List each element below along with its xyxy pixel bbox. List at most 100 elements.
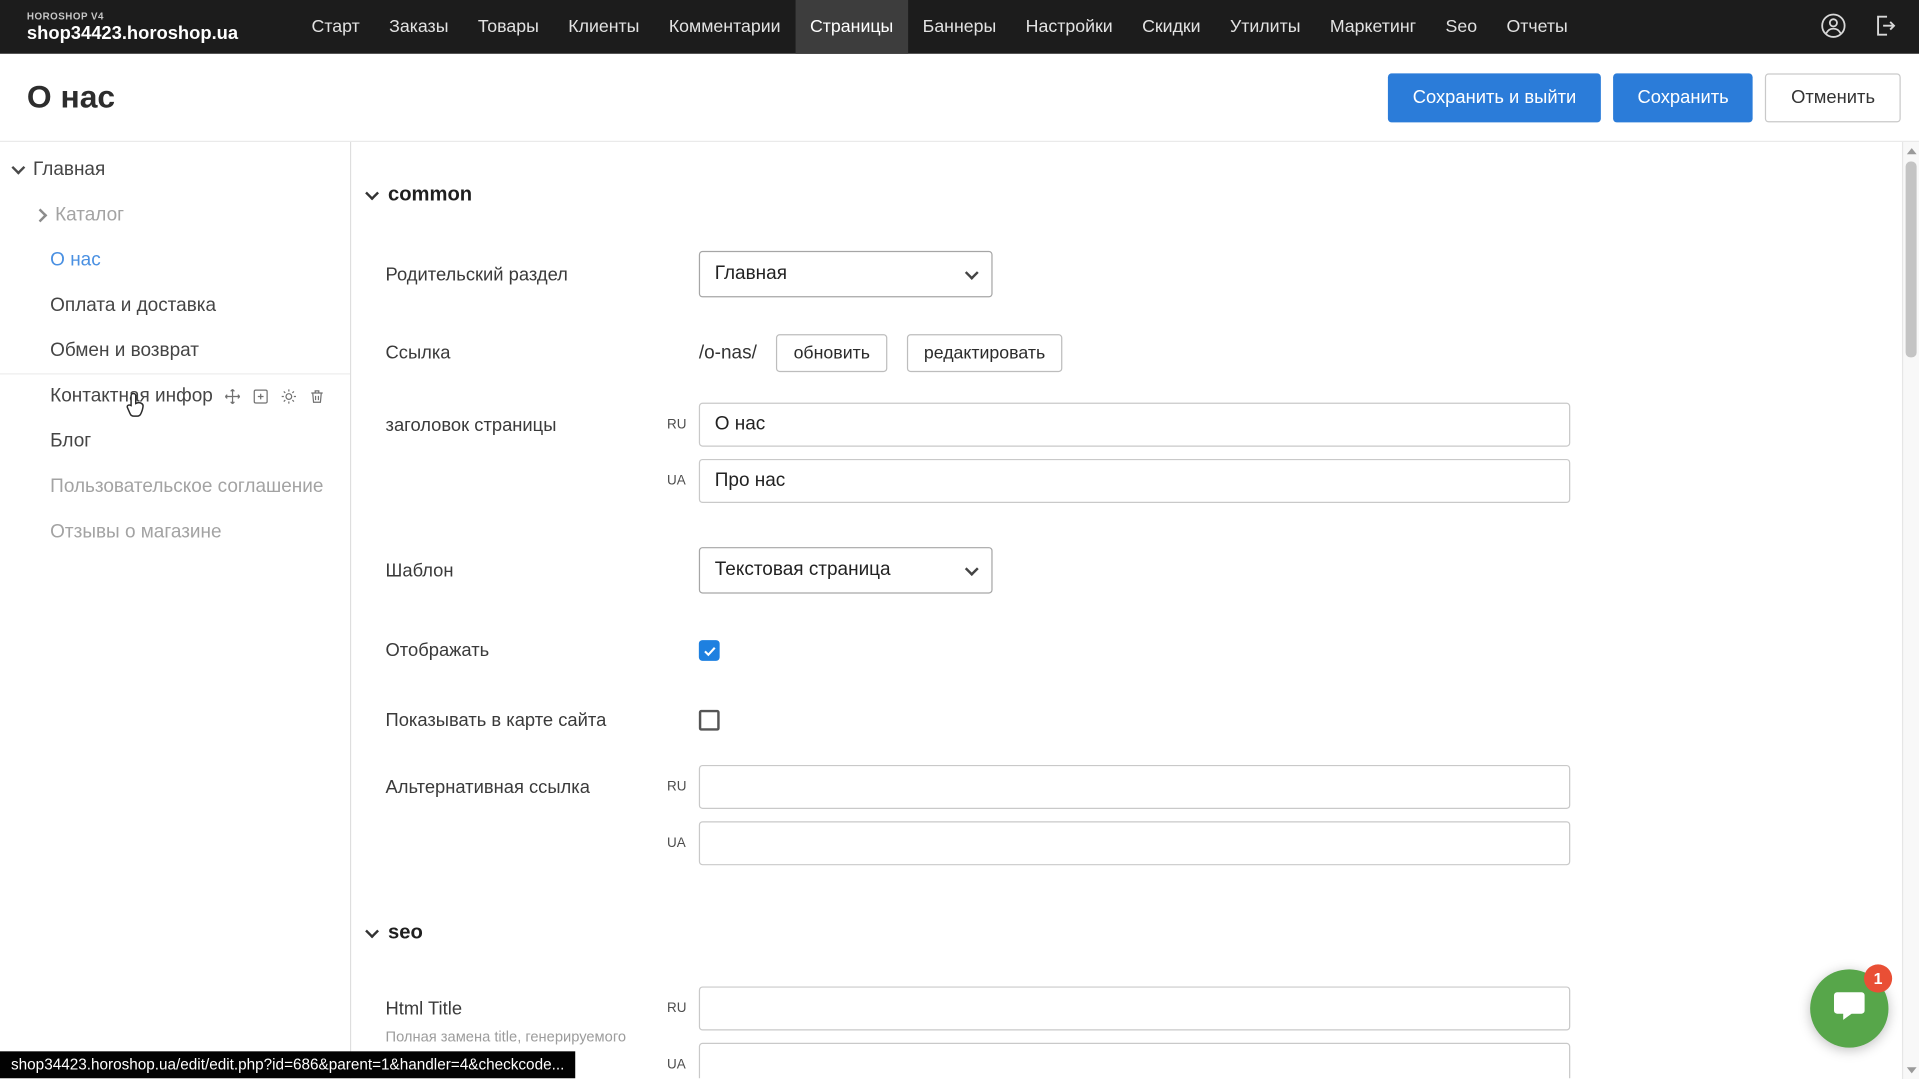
row-action-icons <box>224 388 326 405</box>
selected-value: Главная <box>715 263 787 285</box>
nav-item-comments[interactable]: Комментарии <box>654 0 795 54</box>
alt-link-ua-input[interactable] <box>699 821 1570 865</box>
app-window: HOROSHOP V4 shop34423.horoshop.ua Старт … <box>0 0 1919 1078</box>
chevron-down-icon <box>365 186 379 200</box>
top-navigation: Старт Заказы Товары Клиенты Комментарии … <box>297 0 1583 54</box>
lang-badge-ru: RU <box>667 780 699 795</box>
nav-item-marketing[interactable]: Маркетинг <box>1315 0 1431 54</box>
sidebar-item-label: О нас <box>50 249 101 271</box>
checkmark-icon <box>702 643 717 658</box>
lang-badge-ru: RU <box>667 1001 699 1016</box>
brand-domain: shop34423.horoshop.ua <box>27 24 238 42</box>
top-bar: HOROSHOP V4 shop34423.horoshop.ua Старт … <box>0 0 1919 54</box>
sidebar-item-user-agreement[interactable]: Пользовательское соглашение <box>0 464 350 509</box>
selected-value: Текстовая страница <box>715 559 891 581</box>
link-preview-statusbar: shop34423.horoshop.ua/edit/edit.php?id=6… <box>0 1051 575 1078</box>
chat-bubble-icon <box>1831 987 1868 1030</box>
chevron-down-icon[interactable] <box>9 167 29 172</box>
field-label: Ссылка <box>386 343 699 364</box>
top-bar-icons <box>1816 10 1902 44</box>
field-label: Html Title <box>386 999 667 1020</box>
chevron-down-icon <box>965 562 979 576</box>
sidebar-item-label: Контактная инфор <box>50 386 213 408</box>
sidebar-item-payment-delivery[interactable]: Оплата и доставка <box>0 283 350 328</box>
delete-trash-icon[interactable] <box>308 388 325 405</box>
nav-item-products[interactable]: Товары <box>463 0 553 54</box>
nav-item-orders[interactable]: Заказы <box>374 0 463 54</box>
nav-item-settings[interactable]: Настройки <box>1011 0 1127 54</box>
nav-item-start[interactable]: Старт <box>297 0 375 54</box>
html-title-ru-input[interactable] <box>699 986 1570 1030</box>
logout-button[interactable] <box>1868 10 1902 44</box>
sidebar-item-catalog[interactable]: Каталог <box>0 192 350 237</box>
sidebar-item-store-reviews[interactable]: Отзывы о магазине <box>0 509 350 554</box>
field-label: Альтернативная ссылка <box>386 765 667 798</box>
brand-version: HOROSHOP V4 <box>27 12 238 22</box>
sidebar-item-blog[interactable]: Блог <box>0 419 350 464</box>
field-page-title: заголовок страницы RU UA <box>367 403 1919 503</box>
nav-item-pages[interactable]: Страницы <box>795 0 908 54</box>
field-label: Шаблон <box>386 560 699 581</box>
field-parent-section: Родительский раздел Главная <box>367 251 1919 298</box>
lang-badge-ua: UA <box>667 836 699 851</box>
section-seo-title: seo <box>388 922 423 945</box>
add-page-icon[interactable] <box>252 388 269 405</box>
move-icon[interactable] <box>224 388 241 405</box>
chat-unread-badge: 1 <box>1864 964 1892 992</box>
field-label-block: Html Title Полная замена title, генериру… <box>386 986 667 1046</box>
page-title: О нас <box>27 78 115 116</box>
page-title-ru-input[interactable] <box>699 403 1570 447</box>
page-header: О нас Сохранить и выйти Сохранить Отмени… <box>0 54 1919 141</box>
logout-icon <box>1871 12 1898 43</box>
field-label: Родительский раздел <box>386 264 699 285</box>
nav-item-discounts[interactable]: Скидки <box>1127 0 1215 54</box>
alt-link-ru-input[interactable] <box>699 765 1570 809</box>
lang-badge-ua: UA <box>667 1057 699 1072</box>
page-title-ua-input[interactable] <box>699 459 1570 503</box>
nav-item-reports[interactable]: Отчеты <box>1492 0 1583 54</box>
link-path-value: /o-nas/ <box>699 342 757 364</box>
field-label: заголовок страницы <box>386 403 667 436</box>
sidebar-item-label: Пользовательское соглашение <box>50 475 323 497</box>
sidebar-item-about[interactable]: О нас <box>0 237 350 282</box>
sitemap-checkbox-unchecked[interactable] <box>699 710 720 731</box>
html-title-ua-input[interactable] <box>699 1043 1570 1078</box>
chevron-down-icon <box>965 265 979 279</box>
nav-item-seo[interactable]: Seo <box>1431 0 1492 54</box>
field-html-title: Html Title Полная замена title, генериру… <box>367 986 1919 1078</box>
content-area: Главная Каталог О нас Оплата и доставка … <box>0 141 1919 1079</box>
chevron-down-icon <box>365 924 379 938</box>
field-link: Ссылка /o-nas/ обновить редактировать <box>367 334 1919 372</box>
nav-item-clients[interactable]: Клиенты <box>554 0 655 54</box>
section-seo-toggle[interactable]: seo <box>367 922 1919 945</box>
save-button[interactable]: Сохранить <box>1613 73 1753 122</box>
settings-gear-icon[interactable] <box>280 388 297 405</box>
sidebar-item-exchange-return[interactable]: Обмен и возврат <box>0 328 350 373</box>
account-button[interactable] <box>1816 10 1850 44</box>
sidebar-item-contact-info[interactable]: Контактная инфор <box>0 373 350 418</box>
cancel-button[interactable]: Отменить <box>1765 73 1900 122</box>
template-select[interactable]: Текстовая страница <box>699 547 993 594</box>
scroll-up-arrow[interactable] <box>1907 148 1917 154</box>
sidebar-item-home[interactable]: Главная <box>0 147 350 192</box>
edit-link-button[interactable]: редактировать <box>907 334 1063 372</box>
chevron-right-icon[interactable] <box>31 210 51 220</box>
nav-item-banners[interactable]: Баннеры <box>908 0 1011 54</box>
save-and-exit-button[interactable]: Сохранить и выйти <box>1388 73 1601 122</box>
display-checkbox-checked[interactable] <box>699 640 720 661</box>
account-icon <box>1820 12 1847 43</box>
field-display: Отображать <box>367 640 1919 661</box>
lang-badge-ua: UA <box>667 474 699 489</box>
refresh-link-button[interactable]: обновить <box>776 334 887 372</box>
brand-logo[interactable]: HOROSHOP V4 shop34423.horoshop.ua <box>27 12 238 43</box>
nav-item-utilities[interactable]: Утилиты <box>1215 0 1315 54</box>
section-common-toggle[interactable]: common <box>367 184 1919 207</box>
sidebar-item-label: Главная <box>33 158 105 180</box>
page-edit-form: common Родительский раздел Главная Ссылк… <box>351 142 1919 1078</box>
scroll-down-arrow[interactable] <box>1907 1067 1917 1073</box>
parent-section-select[interactable]: Главная <box>699 251 993 298</box>
vertical-scrollbar[interactable] <box>1902 142 1919 1079</box>
scrollbar-thumb[interactable] <box>1906 162 1917 358</box>
sidebar-item-label: Отзывы о магазине <box>50 521 221 543</box>
chat-widget-button[interactable]: 1 <box>1810 969 1888 1047</box>
